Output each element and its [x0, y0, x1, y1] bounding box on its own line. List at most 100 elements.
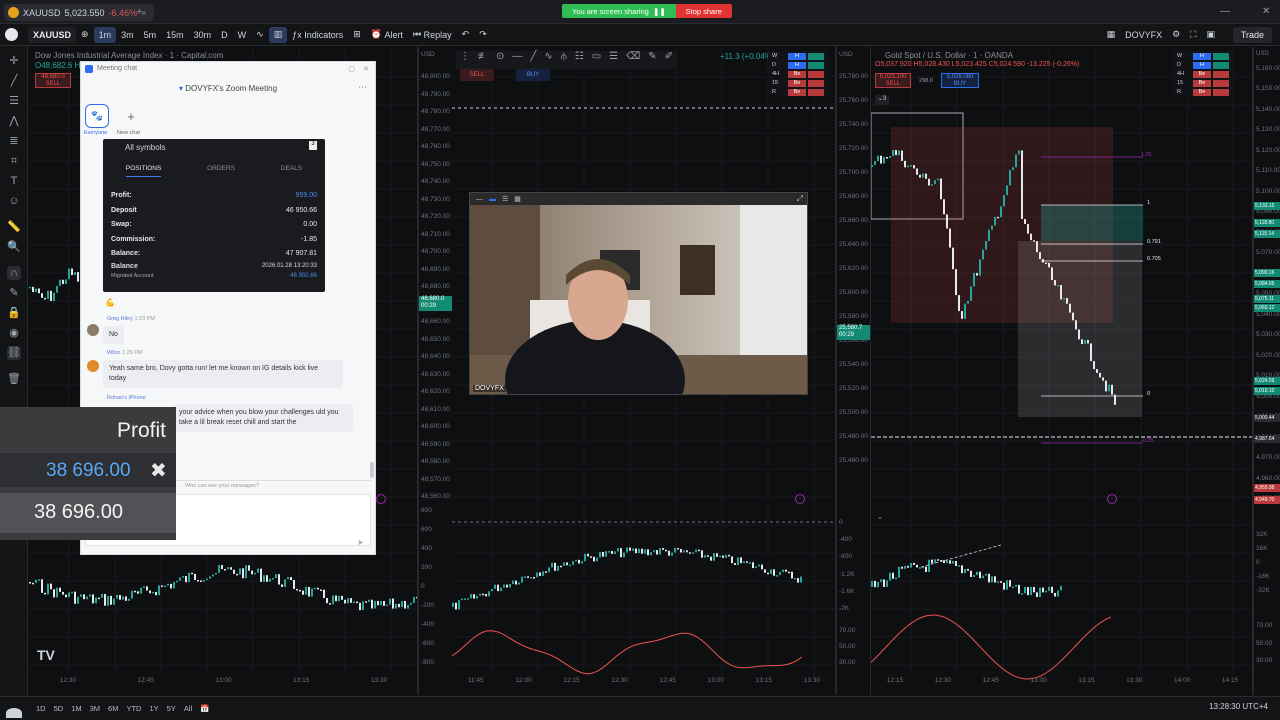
nasdaq-buy-button[interactable]: BUY: [516, 69, 550, 81]
layout-icon[interactable]: ▦: [1102, 27, 1121, 43]
send-icon[interactable]: ➤: [357, 538, 364, 547]
pitchfork-icon[interactable]: ⋀: [7, 114, 21, 128]
chat-scrollbar[interactable]: [370, 462, 374, 478]
close-profit-icon[interactable]: ✖: [150, 458, 167, 483]
bar-style-icon[interactable]: ▥: [268, 26, 288, 43]
pattern-icon[interactable]: ⌗: [7, 154, 21, 168]
range-6m[interactable]: 6M: [104, 704, 122, 713]
utc-clock[interactable]: 13:28:30 UTC+4: [1209, 702, 1268, 711]
gold-buy-button[interactable]: 5,026.080 BUY: [941, 73, 979, 88]
gold-sell-button[interactable]: 5,023.100 SELL: [875, 73, 911, 88]
rect-tool-icon[interactable]: ▭: [592, 51, 601, 69]
date-range-icon[interactable]: 📅: [196, 704, 213, 713]
circle-tool-icon[interactable]: ⊙: [496, 51, 504, 69]
ruler-icon[interactable]: 📏: [7, 220, 21, 234]
crosshair-icon[interactable]: ✛: [7, 54, 21, 68]
interval-5m[interactable]: 5m: [139, 27, 162, 43]
webcam-view-icon[interactable]: ▬: [489, 196, 496, 203]
text-tool-icon[interactable]: T: [7, 174, 21, 188]
gold-count-badge[interactable]: ⌄3: [875, 95, 889, 105]
stay-drawing-icon[interactable]: ✎: [7, 286, 21, 300]
everyone-tab-button[interactable]: 🐾: [85, 104, 109, 128]
trade-button[interactable]: Trade: [1232, 27, 1272, 43]
close-window-icon[interactable]: ✕: [1262, 6, 1270, 17]
fullscreen-icon[interactable]: ⛶: [1185, 27, 1201, 43]
eye-icon[interactable]: ◉: [7, 326, 21, 340]
gold-event-icon[interactable]: [1107, 494, 1117, 504]
range-3m[interactable]: 3M: [86, 704, 104, 713]
eraser-icon[interactable]: ⌫: [626, 51, 640, 69]
mt-tab-orders[interactable]: ORDERS: [207, 165, 235, 177]
brush-icon[interactable]: ✎: [648, 51, 656, 69]
browser-tab[interactable]: XAUUSD 5,023.550 -6.46% ×: [4, 4, 155, 21]
gold-collapse-icon[interactable]: ⌄: [877, 513, 883, 521]
range-1m[interactable]: 1M: [67, 704, 85, 713]
interval-W[interactable]: W: [233, 27, 252, 43]
gold-price-axis[interactable]: USD 5,160.000 5,150.000 5,140.000 5,130.000…: [1253, 47, 1280, 695]
dow-event-icon[interactable]: [376, 494, 386, 504]
zoom-icon[interactable]: 🔍: [7, 240, 21, 254]
compare-add-icon[interactable]: ⊕: [76, 27, 94, 43]
drag-handle-icon[interactable]: ⋮: [460, 51, 470, 69]
more-options-icon[interactable]: ⋯: [358, 82, 367, 93]
range-ytd[interactable]: YTD: [122, 704, 145, 713]
popout-icon[interactable]: ▢: [348, 65, 355, 73]
chart-pane-gold[interactable]: Gold Spot / U.S. Dollar · 1 · OANDA O5,0…: [870, 47, 1253, 695]
new-tab-icon[interactable]: +: [136, 6, 142, 18]
webcam-minimize-icon[interactable]: —: [476, 196, 483, 203]
interval-3m[interactable]: 3m: [116, 27, 139, 43]
stop-share-button[interactable]: Stop share: [675, 4, 732, 18]
account-button[interactable]: DOVYFX: [1120, 27, 1167, 43]
fib-tool-icon[interactable]: ≢: [478, 51, 488, 69]
highlighter-icon[interactable]: ✐: [665, 51, 673, 69]
fib-icon[interactable]: ≣: [7, 134, 21, 148]
pause-icon[interactable]: ❚❚: [653, 7, 666, 16]
range-1y[interactable]: 1Y: [145, 704, 162, 713]
dow-sell-button[interactable]: 48,680.0 SELL: [35, 73, 71, 88]
link-icon[interactable]: ⛓: [7, 346, 21, 360]
ray-tool-icon[interactable]: —: [512, 51, 522, 69]
close-chat-icon[interactable]: ✕: [363, 65, 369, 73]
webcam-gallery-icon[interactable]: ☰: [502, 195, 508, 203]
trash-icon[interactable]: 🗑: [7, 372, 21, 386]
symbol-search-button[interactable]: XAUUSD: [28, 26, 77, 43]
logo-icon[interactable]: [0, 27, 24, 43]
undo-icon[interactable]: ↶: [457, 27, 475, 43]
range-5y[interactable]: 5Y: [163, 704, 180, 713]
interval-1m[interactable]: 1m: [93, 26, 117, 43]
webcam-grid-icon[interactable]: ▦: [514, 195, 521, 203]
lock-icon[interactable]: 🔒: [7, 306, 21, 320]
mt-tab-positions[interactable]: POSITIONS: [125, 165, 162, 177]
horizontal-lines-icon[interactable]: ☰: [7, 94, 21, 108]
range-5d[interactable]: 5D: [50, 704, 68, 713]
chart-type-icon[interactable]: ∿: [251, 27, 269, 43]
mt-tab-deals[interactable]: DEALS: [281, 165, 302, 177]
minimize-icon[interactable]: —: [1220, 6, 1230, 17]
trendline-icon[interactable]: ╱: [7, 74, 21, 88]
fib-channel-icon[interactable]: ☷: [575, 51, 584, 69]
nasdaq-event-icon[interactable]: [795, 494, 805, 504]
emoji-icon[interactable]: ☺: [7, 194, 21, 208]
interval-15m[interactable]: 15m: [161, 27, 189, 43]
lines-tool-icon[interactable]: ☰: [609, 51, 618, 69]
magnet-icon[interactable]: ∩: [7, 266, 21, 280]
range-all[interactable]: All: [180, 704, 196, 713]
start-icon[interactable]: [6, 708, 22, 718]
pitchfork-tool-icon[interactable]: ⫛: [561, 51, 567, 69]
replay-button[interactable]: ⏮ Replay: [408, 27, 457, 43]
settings-icon[interactable]: ⚙: [1167, 27, 1185, 43]
redo-icon[interactable]: ↷: [474, 27, 492, 43]
path-tool-icon[interactable]: ∿: [544, 51, 552, 69]
dow-price-axis[interactable]: USD 48,800.00 48,790.00 48,780.00 48,770.00…: [418, 47, 453, 695]
reaction-emoji-icon[interactable]: 💪: [105, 298, 115, 307]
indicators-button[interactable]: ƒx Indicators: [287, 27, 348, 43]
templates-icon[interactable]: ⊞: [348, 27, 366, 43]
interval-D[interactable]: D: [216, 27, 233, 43]
webcam-window[interactable]: — ▬ ☰ ▦ ⤢ DOVYFX: [469, 192, 808, 395]
snapshot-icon[interactable]: ▣: [1201, 27, 1220, 43]
new-chat-button[interactable]: +: [119, 104, 143, 128]
nasdaq-sell-button[interactable]: SELL: [460, 69, 494, 81]
range-1d[interactable]: 1D: [32, 704, 50, 713]
interval-30m[interactable]: 30m: [189, 27, 217, 43]
alert-button[interactable]: ⏰ Alert: [366, 27, 408, 43]
